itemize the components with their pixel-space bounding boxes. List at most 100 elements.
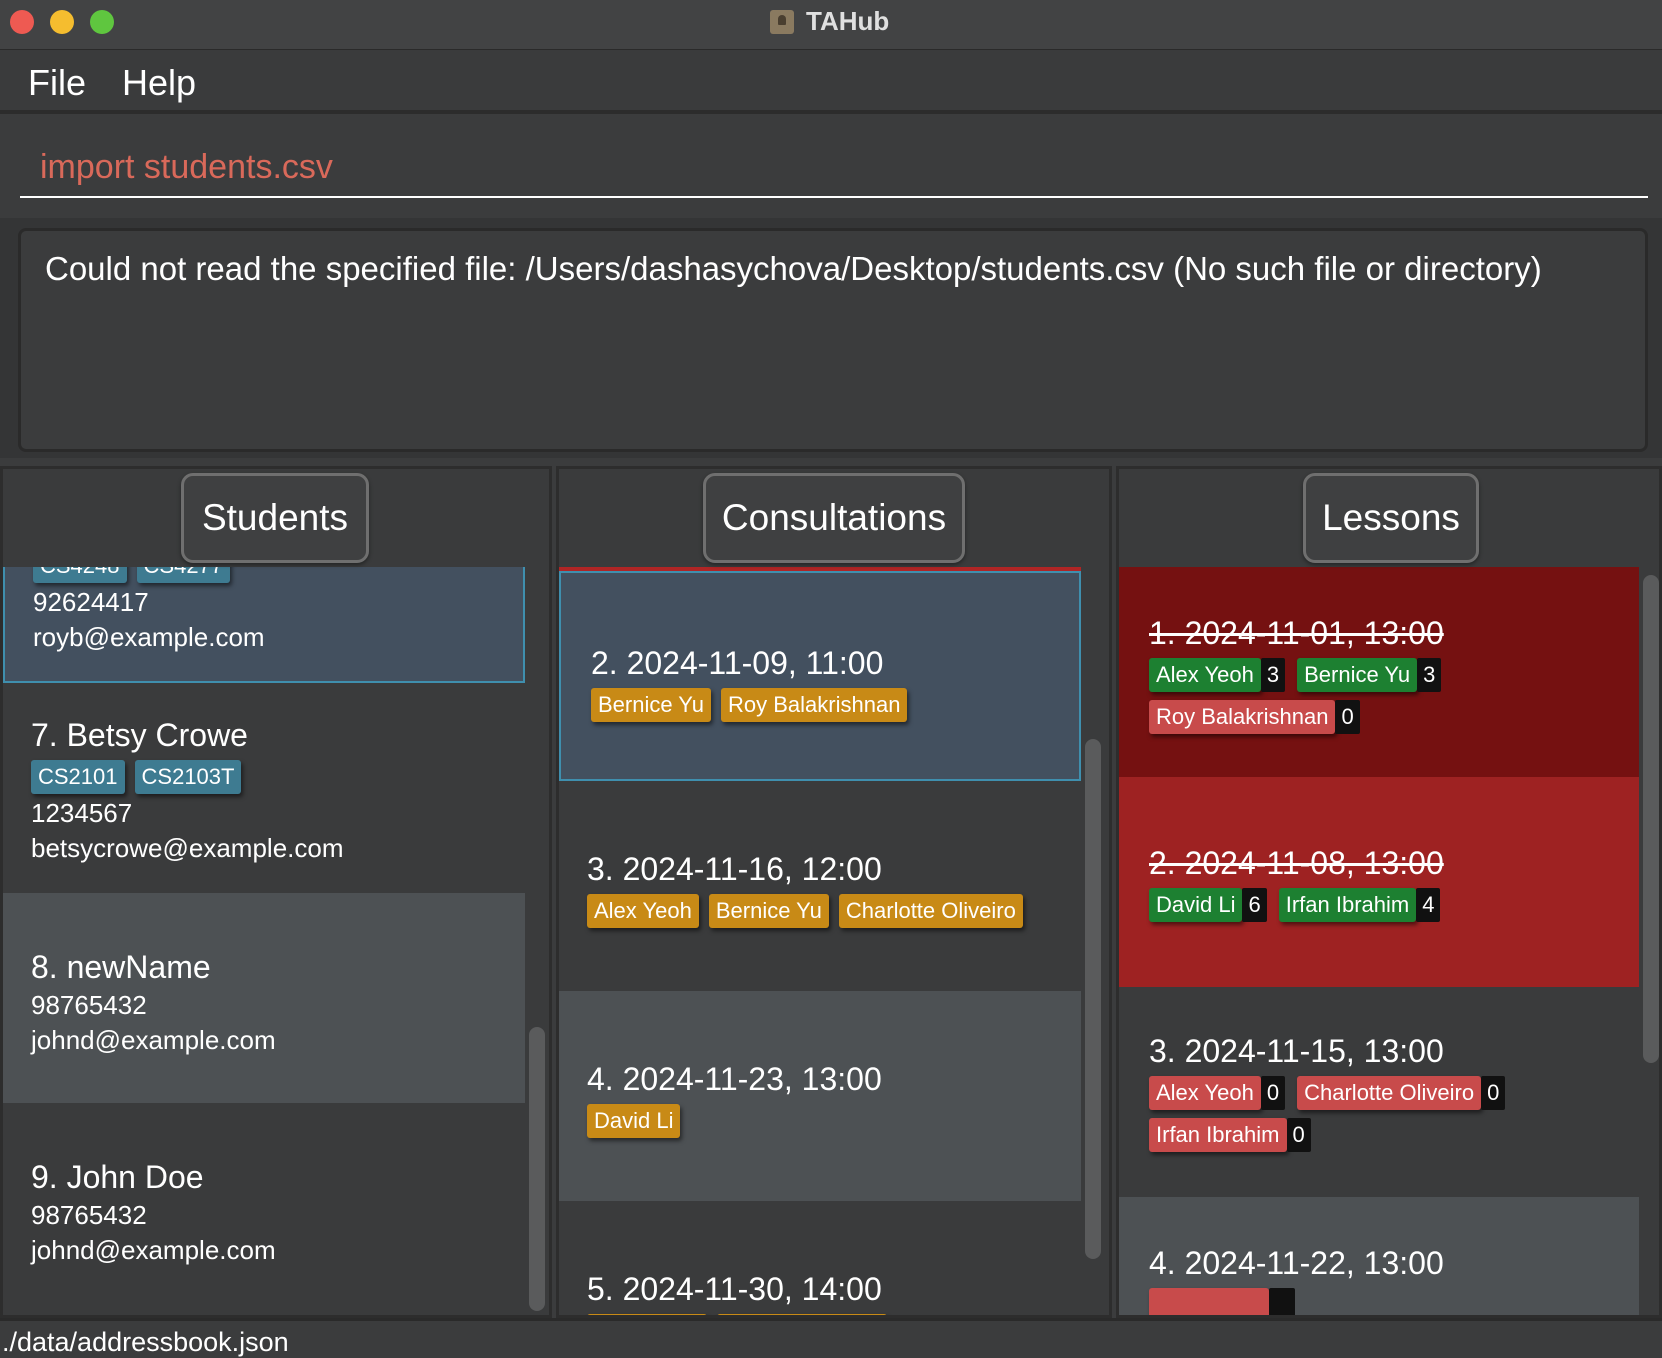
menu-help[interactable]: Help bbox=[122, 62, 196, 104]
title-bar: TAHub bbox=[0, 0, 1662, 50]
student-card[interactable]: 9. John Doe 98765432 johnd@example.com bbox=[3, 1103, 525, 1315]
student-tag: Charlotte Oliveiro bbox=[838, 894, 1023, 928]
close-window-button[interactable] bbox=[10, 10, 34, 34]
student-email: royb@example.com bbox=[33, 622, 265, 652]
participation-count: 4 bbox=[1416, 888, 1441, 922]
student-card[interactable]: 8. newName 98765432 johnd@example.com bbox=[3, 893, 525, 1103]
consultation-card[interactable]: 5. 2024-11-30, 14:00 bbox=[559, 1201, 1081, 1315]
lessons-tab-button[interactable]: Lessons bbox=[1303, 473, 1479, 563]
consultation-title: 2. 2024-11-09, 11:00 bbox=[591, 645, 884, 681]
window-title: TAHub bbox=[806, 6, 890, 36]
lessons-panel: Lessons 1. 2024-11-01, 13:00 Alex Yeoh 3 B… bbox=[1116, 466, 1662, 1318]
student-phone: 1234567 bbox=[31, 798, 133, 828]
student-name: 7. Betsy Crowe bbox=[31, 717, 248, 753]
consultation-card[interactable]: 3. 2024-11-16, 12:00 Alex Yeoh Bernice Yu… bbox=[559, 781, 1081, 991]
student-tags: CS2101 CS2103T bbox=[31, 760, 525, 794]
lesson-students bbox=[1149, 1288, 1639, 1315]
consultation-title: 4. 2024-11-23, 13:00 bbox=[587, 1061, 882, 1097]
participation-count: 0 bbox=[1481, 1076, 1506, 1110]
student-name: 8. newName bbox=[31, 949, 211, 985]
module-tag: CS4277 bbox=[136, 567, 231, 583]
student-tags: CS4248 CS4277 bbox=[33, 567, 523, 583]
student-phone: 98765432 bbox=[31, 990, 147, 1020]
module-tag: CS2103T bbox=[134, 760, 242, 794]
module-tag: CS2101 bbox=[31, 760, 125, 794]
consultation-card[interactable]: 4. 2024-11-23, 13:00 David Li bbox=[559, 991, 1081, 1201]
status-bar: ./data/addressbook.json bbox=[0, 1318, 1662, 1358]
attendance-tag: Alex Yeoh bbox=[1149, 1076, 1261, 1110]
attendance-tag: Roy Balakrishnan bbox=[1149, 700, 1336, 734]
lesson-students: Alex Yeoh 3 Bernice Yu 3 Roy Balakrishnan 0 bbox=[1149, 658, 1639, 734]
consultation-card[interactable]: 2. 2024-11-09, 11:00 Bernice Yu Roy Balak… bbox=[559, 571, 1081, 781]
student-card[interactable]: 7. Betsy Crowe CS2101 CS2103T 1234567 bet… bbox=[3, 683, 525, 893]
maximize-window-button[interactable] bbox=[90, 10, 114, 34]
result-display-container: Could not read the specified file: /User… bbox=[0, 218, 1662, 458]
student-phone: 98765432 bbox=[31, 1200, 147, 1230]
attendance-tag: Bernice Yu bbox=[1297, 658, 1418, 692]
minimize-window-button[interactable] bbox=[50, 10, 74, 34]
student-tag: Alex Yeoh bbox=[587, 894, 699, 928]
consultation-title: 3. 2024-11-16, 12:00 bbox=[587, 851, 882, 887]
attendance-tag: Charlotte Oliveiro bbox=[1297, 1076, 1482, 1110]
student-list-scrollbar[interactable] bbox=[529, 1027, 545, 1311]
module-tag: CS4248 bbox=[33, 567, 127, 583]
result-display[interactable]: Could not read the specified file: /User… bbox=[18, 228, 1648, 452]
lesson-students: Alex Yeoh 0 Charlotte Oliveiro 0 Irfan Ibra… bbox=[1149, 1076, 1639, 1152]
participation-count: 3 bbox=[1260, 658, 1286, 692]
lesson-list-scrollbar[interactable] bbox=[1643, 575, 1659, 1063]
consultation-students: Bernice Yu Roy Balakrishnan bbox=[591, 688, 1079, 722]
student-tag: Roy Balakrishnan bbox=[721, 688, 908, 722]
student-name: 9. John Doe bbox=[31, 1159, 204, 1195]
consultation-students: David Li bbox=[587, 1104, 1081, 1138]
lessons-panel-header: Lessons bbox=[1119, 469, 1659, 567]
lesson-title: 4. 2024-11-22, 13:00 bbox=[1149, 1245, 1444, 1281]
student-tag: Bernice Yu bbox=[591, 688, 712, 722]
student-email: johnd@example.com bbox=[31, 1235, 276, 1265]
lesson-list[interactable]: 1. 2024-11-01, 13:00 Alex Yeoh 3 Bernice Y… bbox=[1119, 567, 1659, 1315]
attendance-tag: David Li bbox=[1149, 888, 1243, 922]
app-icon bbox=[770, 10, 794, 34]
menu-bar: File Help bbox=[0, 50, 1662, 114]
students-tab-button[interactable]: Students bbox=[181, 473, 369, 563]
participation-count: 6 bbox=[1242, 888, 1267, 922]
consultations-tab-button[interactable]: Consultations bbox=[703, 473, 965, 563]
participation-count: 3 bbox=[1417, 658, 1442, 692]
student-tag: David Li bbox=[587, 1104, 681, 1138]
lesson-card[interactable]: 3. 2024-11-15, 13:00 Alex Yeoh 0 Charlotte… bbox=[1119, 987, 1639, 1197]
student-tag bbox=[717, 1314, 887, 1315]
attendance-tag bbox=[1149, 1288, 1269, 1315]
consultation-list[interactable]: 2. 2024-11-09, 11:00 Bernice Yu Roy Balak… bbox=[559, 567, 1109, 1315]
student-tag bbox=[587, 1314, 707, 1315]
students-panel-header: Students bbox=[3, 469, 549, 567]
lesson-students: David Li 6 Irfan Ibrahim 4 bbox=[1149, 888, 1639, 922]
consultation-students: Alex Yeoh Bernice Yu Charlotte Oliveiro bbox=[587, 894, 1081, 928]
participation-count: 0 bbox=[1335, 700, 1360, 734]
attendance-tag: Alex Yeoh bbox=[1149, 658, 1261, 692]
student-phone: 92624417 bbox=[33, 587, 149, 617]
participation-count: 0 bbox=[1260, 1076, 1286, 1110]
consultation-list-scrollbar[interactable] bbox=[1085, 739, 1101, 1259]
menu-file[interactable]: File bbox=[28, 62, 86, 104]
students-panel: Students CS4248 CS4277 92624417 royb@exam… bbox=[0, 466, 552, 1318]
attendance-tag: Irfan Ibrahim bbox=[1278, 888, 1417, 922]
command-input[interactable] bbox=[20, 138, 1648, 198]
consultations-panel: Consultations 2. 2024-11-09, 11:00 Berni… bbox=[556, 466, 1112, 1318]
command-box bbox=[0, 118, 1662, 214]
participation-count bbox=[1269, 1288, 1295, 1315]
participation-count: 0 bbox=[1286, 1118, 1311, 1152]
consultations-panel-header: Consultations bbox=[559, 469, 1109, 567]
lesson-card[interactable]: 2. 2024-11-08, 13:00 David Li 6 Irfan Ibra… bbox=[1119, 777, 1639, 987]
student-card[interactable]: CS4248 CS4277 92624417 royb@example.com bbox=[3, 567, 525, 683]
attendance-tag: Irfan Ibrahim bbox=[1149, 1118, 1287, 1152]
lesson-card[interactable]: 4. 2024-11-22, 13:00 bbox=[1119, 1197, 1639, 1315]
student-list[interactable]: CS4248 CS4277 92624417 royb@example.com 7… bbox=[3, 567, 549, 1315]
lesson-title: 1. 2024-11-01, 13:00 bbox=[1149, 615, 1444, 651]
student-tag: Bernice Yu bbox=[708, 894, 829, 928]
lesson-title: 2. 2024-11-08, 13:00 bbox=[1149, 845, 1444, 881]
consultation-students bbox=[587, 1314, 1081, 1315]
lesson-title: 3. 2024-11-15, 13:00 bbox=[1149, 1033, 1444, 1069]
student-email: johnd@example.com bbox=[31, 1025, 276, 1055]
lesson-card[interactable]: 1. 2024-11-01, 13:00 Alex Yeoh 3 Bernice Y… bbox=[1119, 567, 1639, 777]
student-email: betsycrowe@example.com bbox=[31, 833, 344, 863]
save-location: ./data/addressbook.json bbox=[2, 1327, 289, 1357]
